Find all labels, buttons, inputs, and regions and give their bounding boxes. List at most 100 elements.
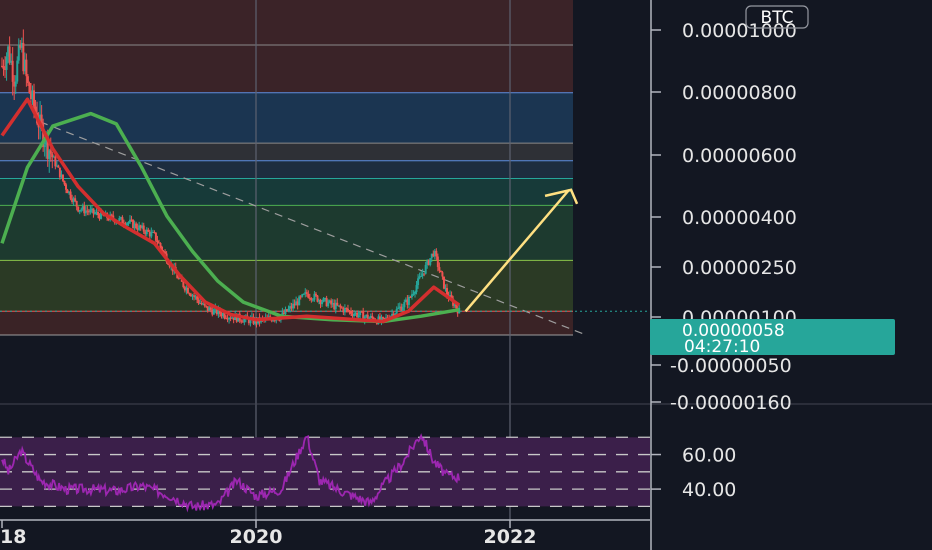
candle-body [412, 293, 415, 295]
candle-body [156, 240, 159, 243]
candle-body [135, 223, 138, 229]
candle-body [51, 153, 54, 158]
candle-body [8, 46, 11, 63]
candle-body [5, 56, 8, 70]
currency-badge-label: BTC [761, 8, 794, 28]
candle-body [33, 90, 36, 107]
candle-body [349, 310, 352, 314]
candle-body [26, 76, 29, 84]
candle-body [142, 225, 145, 232]
rsi-tick-label: 60.00 [682, 445, 736, 467]
fib-band [0, 45, 573, 93]
candle-body [25, 59, 28, 77]
candle-body [336, 302, 339, 306]
candle-body [28, 83, 31, 94]
time-tick-label: 2022 [484, 526, 537, 548]
candle-body [154, 232, 157, 241]
candle-body [89, 209, 92, 213]
candle-body [54, 156, 57, 167]
candle-body [414, 291, 417, 294]
candle-body [196, 296, 199, 300]
candle-body [442, 276, 445, 289]
candle-body [417, 278, 420, 286]
candle-body [147, 229, 150, 232]
candle-body [403, 301, 406, 308]
candle-body [57, 165, 60, 168]
fib-band-top [0, 0, 573, 45]
candle-body [429, 258, 432, 265]
candle-body [382, 317, 384, 319]
candle-body [298, 296, 301, 306]
candle-body [182, 281, 185, 288]
price-tick-label: -0.00000050 [670, 355, 792, 377]
last-price-label: 0.00000058 04:27:10 [650, 319, 895, 357]
candle-body [74, 198, 77, 202]
time-tick-label: 18 [0, 526, 26, 548]
candle-body [321, 301, 324, 305]
candle-body [193, 295, 196, 297]
candle-body [307, 293, 310, 298]
candle-body [240, 320, 243, 322]
candle-body [80, 209, 83, 211]
rsi-tick-label: 40.00 [682, 479, 736, 501]
candle-body [353, 314, 356, 317]
candle-body [435, 250, 438, 257]
price-tick-label: 0.00000400 [682, 207, 797, 229]
fib-band [0, 160, 573, 179]
candle-body [127, 222, 130, 224]
candle-body [75, 201, 78, 207]
candle-body [11, 60, 14, 82]
candle-body [97, 211, 100, 216]
candle-body [188, 293, 191, 295]
candle-body [311, 299, 314, 301]
candle-body [439, 270, 442, 273]
trading-chart[interactable]: 0.000010000.000008000.000006000.00000400… [0, 0, 932, 550]
candle-body [436, 256, 439, 268]
candle-body [357, 315, 360, 318]
candle-body [61, 174, 64, 181]
candle-body [43, 145, 46, 148]
candle-body [197, 299, 200, 304]
price-tick-label: 0.00000600 [682, 145, 797, 167]
price-tick-label: 0.00000250 [682, 257, 797, 279]
candle-body [397, 307, 400, 309]
candle-body [287, 308, 290, 312]
candle-body [14, 81, 17, 87]
candle-body [49, 150, 52, 154]
candle-body [346, 308, 349, 311]
price-tick-label: 0.00000800 [682, 82, 797, 104]
countdown-timer: 04:27:10 [684, 337, 760, 357]
candle-body [424, 264, 427, 274]
price-tick-label: -0.00000160 [670, 392, 792, 414]
candle-body [327, 302, 330, 307]
fib-band [0, 178, 573, 206]
candle-body [16, 60, 19, 82]
candle-body [65, 184, 68, 190]
candle-body [186, 287, 189, 294]
candle-body [159, 243, 162, 248]
candle-body [441, 272, 444, 277]
candle-body [409, 296, 412, 298]
candle-body [339, 305, 342, 308]
candle-body [121, 217, 124, 224]
fib-band [0, 92, 573, 144]
candle-body [69, 191, 72, 199]
candle-body [407, 296, 410, 305]
candle-body [395, 308, 398, 314]
candle-body [401, 307, 404, 311]
candle-body [314, 293, 317, 296]
candle-body [438, 267, 441, 271]
time-tick-label: 2020 [230, 526, 283, 548]
candle-body [371, 315, 374, 319]
candle-body [2, 66, 5, 69]
candle-body [415, 285, 418, 292]
candle-body [209, 307, 212, 310]
fib-band [0, 143, 573, 161]
candle-body [63, 180, 66, 185]
candle-body [93, 213, 96, 215]
candle-body [92, 208, 95, 214]
candle-body [110, 214, 113, 216]
candle-body [302, 293, 305, 295]
candle-body [212, 309, 215, 315]
candle-body [420, 275, 423, 277]
